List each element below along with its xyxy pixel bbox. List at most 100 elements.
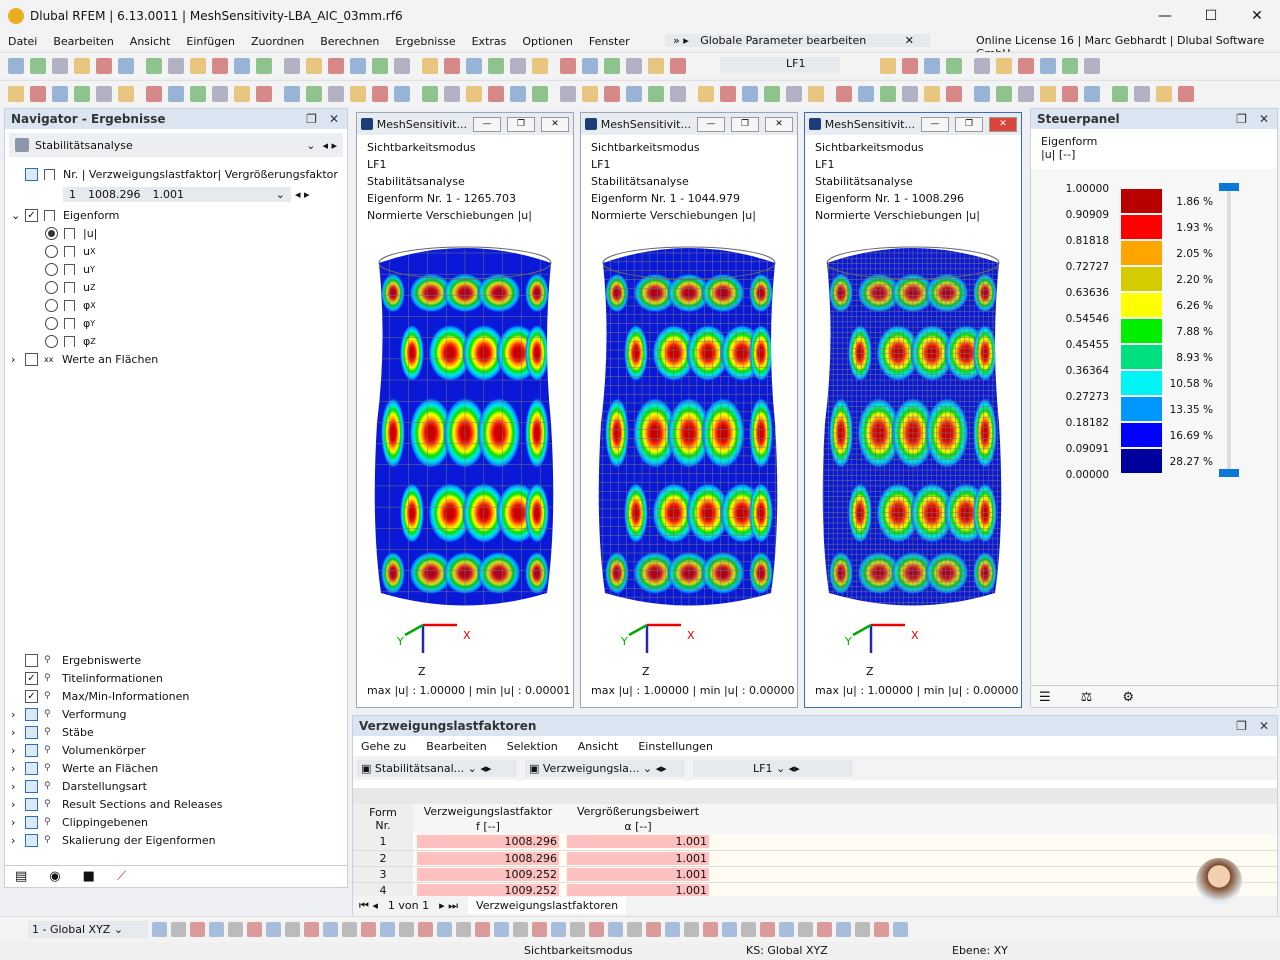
tab-view-icon[interactable]: ◉ xyxy=(49,869,60,884)
chevron-right-icon[interactable]: › xyxy=(11,744,25,757)
table-row[interactable]: 3 1009.252 1.001 xyxy=(353,866,1277,882)
mode-shape-selector[interactable]: 1 1008.296 1.001 ⌄ ◂ ▸ xyxy=(63,185,310,203)
toolbar-tool-icon[interactable] xyxy=(212,85,228,102)
toolbar-tool-icon[interactable] xyxy=(190,57,206,74)
radio[interactable] xyxy=(45,298,58,312)
close-icon[interactable]: ✕ xyxy=(1259,719,1269,733)
menu-optionen[interactable]: Optionen xyxy=(514,35,580,48)
float-icon[interactable]: ❐ xyxy=(1236,112,1247,126)
toolbar-tool-icon[interactable] xyxy=(836,85,852,102)
toolbar-tool-icon[interactable] xyxy=(1134,85,1150,102)
toolbar-tool-icon[interactable] xyxy=(893,922,908,937)
toolbar-tool-icon[interactable] xyxy=(488,85,504,102)
checkbox[interactable]: ✓ xyxy=(25,208,38,222)
chevron-down-icon[interactable]: ⌄ xyxy=(11,209,25,222)
toolbar-tool-icon[interactable] xyxy=(190,922,205,937)
toolbar-tool-icon[interactable] xyxy=(234,85,250,102)
minimize-button[interactable]: — xyxy=(697,116,725,132)
float-icon[interactable]: ❐ xyxy=(306,112,317,126)
toolbar-tool-icon[interactable] xyxy=(168,57,184,74)
toolbar-tool-icon[interactable] xyxy=(422,85,438,102)
nav-display-item-8[interactable]: › ⚲ Result Sections and Releases xyxy=(11,795,222,813)
checkbox[interactable] xyxy=(25,653,38,667)
toolbar-tool-icon[interactable] xyxy=(74,85,90,102)
table-menu-goto[interactable]: Gehe zu xyxy=(361,740,406,753)
toolbar-tool-icon[interactable] xyxy=(466,57,482,74)
toolbar-tool-icon[interactable] xyxy=(146,57,162,74)
close-icon[interactable]: ✕ xyxy=(1259,112,1269,126)
toolbar-tool-icon[interactable] xyxy=(946,85,962,102)
toolbar-tool-icon[interactable] xyxy=(648,85,664,102)
toolbar-tool-icon[interactable] xyxy=(1084,57,1100,74)
option-2[interactable]: uY xyxy=(45,260,95,278)
radio[interactable] xyxy=(45,316,58,330)
toolbar-tool-icon[interactable] xyxy=(418,922,433,937)
checkbox[interactable] xyxy=(25,352,38,366)
cell-amp[interactable]: 1.001 xyxy=(567,835,709,849)
view-window-3[interactable]: MeshSensitivit... — ❐ ✕ Sichtbarkeitsmodus LF… xyxy=(804,112,1022,708)
toolbar-tool-icon[interactable] xyxy=(589,922,604,937)
toolbar-tool-icon[interactable] xyxy=(1156,85,1172,102)
toolbar-tool-icon[interactable] xyxy=(560,57,576,74)
toolbar-tool-icon[interactable] xyxy=(560,85,576,102)
toolbar-tool-icon[interactable] xyxy=(902,85,918,102)
toolbar-tool-icon[interactable] xyxy=(648,57,664,74)
toolbar-tool-icon[interactable] xyxy=(168,85,184,102)
checkbox[interactable] xyxy=(25,743,38,757)
toolbar-tool-icon[interactable] xyxy=(209,922,224,937)
toolbar-tool-icon[interactable] xyxy=(212,57,228,74)
toolbar-tool-icon[interactable] xyxy=(924,85,940,102)
toolbar-tool-icon[interactable] xyxy=(670,85,686,102)
toolbar-tool-icon[interactable] xyxy=(328,85,344,102)
toolbar-tool-icon[interactable] xyxy=(627,922,642,937)
tab-data-icon[interactable]: ▤ xyxy=(15,869,27,884)
toolbar-tool-icon[interactable] xyxy=(284,85,300,102)
toolbar-tool-icon[interactable] xyxy=(306,85,322,102)
cell-amp[interactable]: 1.001 xyxy=(567,867,709,881)
table-menu-selection[interactable]: Selektion xyxy=(507,740,558,753)
toolbar-tool-icon[interactable] xyxy=(422,57,438,74)
cell-factor[interactable]: 1008.296 xyxy=(417,851,559,865)
checkbox[interactable] xyxy=(25,725,38,739)
checkbox[interactable] xyxy=(25,815,38,829)
toolbar-tool-icon[interactable] xyxy=(1040,57,1056,74)
toolbar-tool-icon[interactable] xyxy=(394,57,410,74)
toolbar-tool-icon[interactable] xyxy=(604,85,620,102)
toolbar-tool-icon[interactable] xyxy=(670,57,686,74)
nav-display-item-7[interactable]: › ⚲ Darstellungsart xyxy=(11,777,147,795)
toolbar-tool-icon[interactable] xyxy=(372,57,388,74)
menu-ansicht[interactable]: Ansicht xyxy=(122,35,179,48)
toolbar-tool-icon[interactable] xyxy=(342,922,357,937)
toolbar-tool-icon[interactable] xyxy=(1018,57,1034,74)
toolbar-tool-icon[interactable] xyxy=(256,85,272,102)
menu-fenster[interactable]: Fenster xyxy=(581,35,638,48)
toolbar-tool-icon[interactable] xyxy=(1112,85,1128,102)
toolbar-tool-icon[interactable] xyxy=(817,922,832,937)
toolbar-tool-icon[interactable] xyxy=(494,922,509,937)
table-row[interactable]: 2 1008.296 1.001 xyxy=(353,850,1277,866)
toolbar-tool-icon[interactable] xyxy=(760,922,775,937)
menu-zuordnen[interactable]: Zuordnen xyxy=(243,35,312,48)
nav-display-item-0[interactable]: ⚲ Ergebniswerte xyxy=(11,651,141,669)
toolbar-tool-icon[interactable] xyxy=(361,922,376,937)
chevron-right-icon[interactable]: › xyxy=(11,834,25,847)
toolbar-tool-icon[interactable] xyxy=(684,922,699,937)
legend-slider-track[interactable] xyxy=(1227,189,1231,475)
toolbar-tool-icon[interactable] xyxy=(532,57,548,74)
toolbar-tool-icon[interactable] xyxy=(304,922,319,937)
toolbar-tool-icon[interactable] xyxy=(466,85,482,102)
toolbar-tool-icon[interactable] xyxy=(118,85,134,102)
menu-datei[interactable]: Datei xyxy=(0,35,45,48)
cell-factor[interactable]: 1009.252 xyxy=(417,867,559,881)
restore-button[interactable]: ❐ xyxy=(955,116,983,132)
tab-balance-icon[interactable]: ⚖ xyxy=(1081,690,1093,705)
toolbar-tool-icon[interactable] xyxy=(604,57,620,74)
toolbar-tool-icon[interactable] xyxy=(380,922,395,937)
toolbar-tool-icon[interactable] xyxy=(880,85,896,102)
toolbar-tool-icon[interactable] xyxy=(742,85,758,102)
pager-nav-next[interactable]: ▸ ⏭ xyxy=(439,899,458,913)
toolbar-tool-icon[interactable] xyxy=(974,57,990,74)
table-lc-combo[interactable]: LF1 ⌄ ◂▸ xyxy=(693,759,853,777)
load-case-combo[interactable]: LF1 xyxy=(720,57,840,73)
assistant-avatar[interactable] xyxy=(1196,858,1242,904)
